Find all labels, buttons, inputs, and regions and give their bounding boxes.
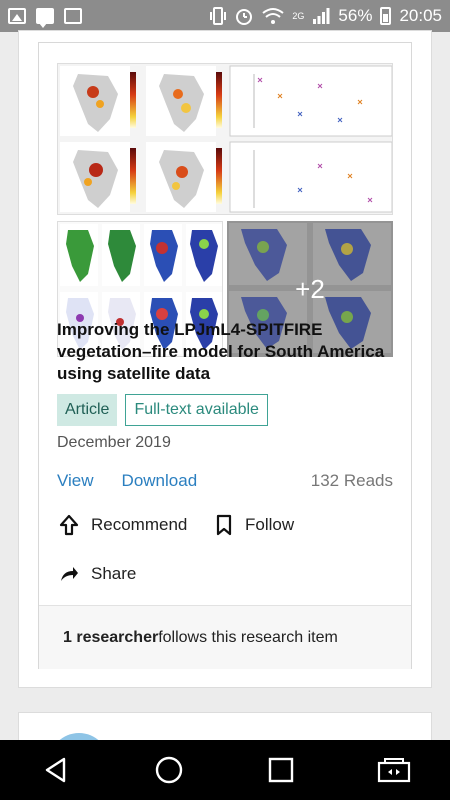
recents-square-icon: [269, 757, 294, 783]
share-label: Share: [91, 564, 137, 583]
figure-preview-area[interactable]: +2: [57, 63, 393, 357]
follow-label: Follow: [245, 515, 295, 534]
gallery-notification-icon: [8, 8, 26, 24]
item-actions-row: View Download 132 Reads: [57, 471, 393, 491]
home-circle-icon: [155, 756, 182, 784]
fulltext-badge: Full-text available: [125, 394, 268, 426]
followers-count: 1 researcher: [63, 628, 159, 646]
navigation-bar: [0, 740, 450, 800]
recommend-button[interactable]: Recommend: [59, 514, 187, 536]
figure-thumbnail-main[interactable]: [57, 63, 393, 215]
reads-count: 132 Reads: [310, 471, 393, 490]
back-triangle-icon: [46, 757, 66, 783]
share-button[interactable]: Share: [59, 564, 136, 584]
wifi-icon: [262, 8, 285, 24]
follow-button[interactable]: Follow: [215, 514, 294, 536]
recents-button[interactable]: [261, 750, 301, 790]
research-item-card[interactable]: +2 Improving the LPJmL4-SPITFIRE vegetat…: [38, 42, 412, 669]
badge-row: Article Full-text available: [57, 394, 268, 426]
status-bar: 2G 56% 20:05: [0, 0, 450, 32]
network-type: 2G: [292, 10, 305, 21]
view-link[interactable]: View: [57, 471, 94, 491]
followers-info: 1 researcher follows this research item: [39, 605, 411, 669]
item-title[interactable]: Improving the LPJmL4-SPITFIRE vegetation…: [57, 319, 397, 385]
share-arrow-icon: [61, 567, 78, 581]
vibrate-icon: [210, 7, 227, 25]
back-button[interactable]: [36, 750, 76, 790]
signal-icon: [313, 8, 330, 24]
message-notification-icon: [36, 8, 54, 28]
publication-date: December 2019: [57, 434, 171, 451]
recommend-label: Recommend: [91, 515, 188, 534]
alarm-icon: [236, 9, 253, 25]
switch-screen-button[interactable]: [374, 750, 414, 790]
photo-notification-icon: [64, 8, 82, 24]
home-button[interactable]: [149, 750, 189, 790]
clock: 20:05: [399, 6, 442, 25]
article-type-badge: Article: [57, 394, 118, 426]
bookmark-icon: [216, 514, 232, 536]
download-link[interactable]: Download: [122, 471, 198, 491]
battery-icon: [380, 7, 392, 25]
followers-text: follows this research item: [158, 628, 338, 646]
screen-switch-icon: [377, 758, 410, 783]
recommend-arrow-icon: [59, 514, 79, 536]
battery-percent: 56%: [338, 6, 373, 25]
